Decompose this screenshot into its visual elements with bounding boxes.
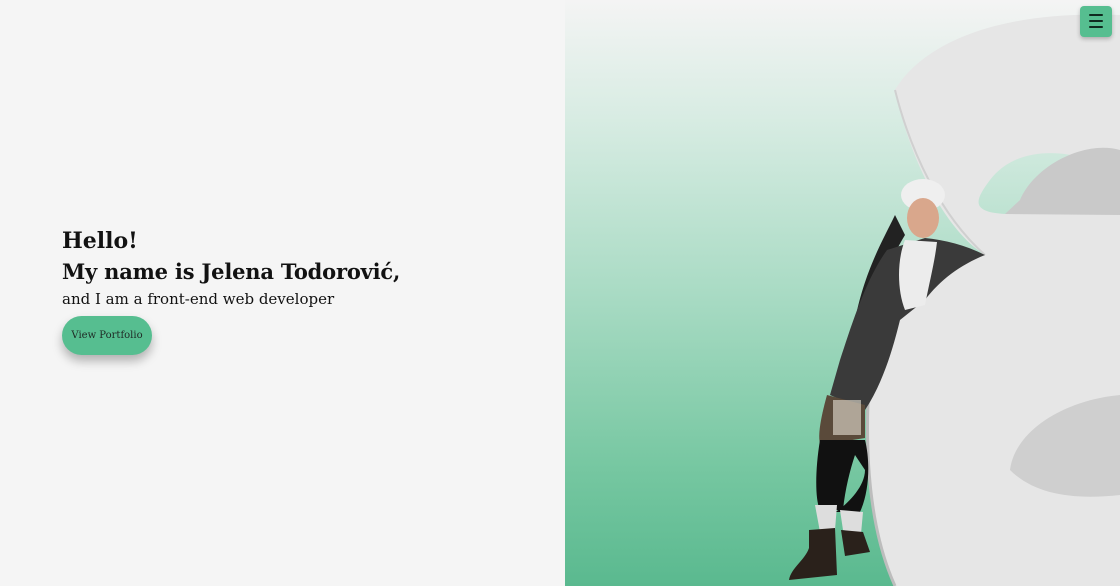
menu-button[interactable] <box>1080 6 1112 37</box>
role-subheading: and I am a front-end web developer <box>62 290 335 308</box>
greeting-heading: Hello! <box>62 228 138 254</box>
sculpture-inner-curve <box>1005 147 1120 215</box>
hero-image-panel <box>565 0 1120 586</box>
name-heading: My name is Jelena Todorović, <box>62 259 401 284</box>
intro-panel: Hello! My name is Jelena Todorović, and … <box>0 0 565 586</box>
intro-text: Hello! My name is Jelena Todorović, and … <box>62 226 400 310</box>
hamburger-menu-icon <box>1089 14 1103 28</box>
page: Hello! My name is Jelena Todorović, and … <box>0 0 1120 586</box>
view-portfolio-button[interactable]: View Portfolio <box>62 316 152 355</box>
hero-photo <box>789 14 1120 586</box>
